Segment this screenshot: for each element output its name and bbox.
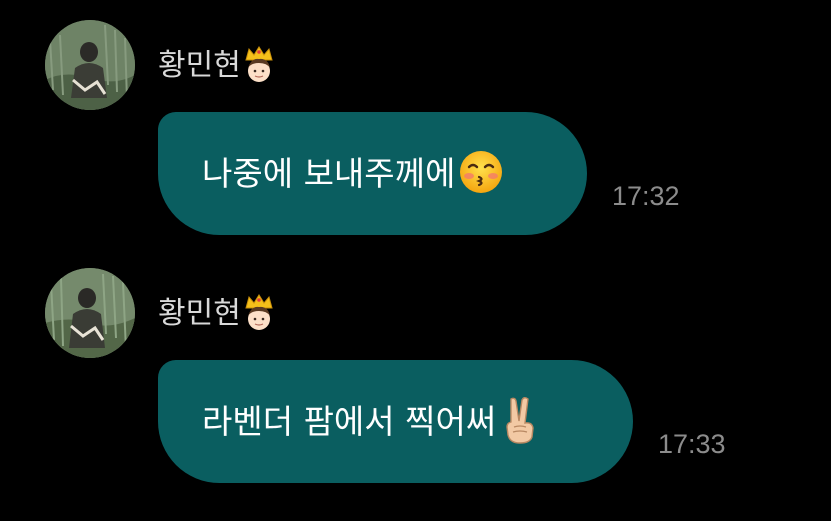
crown-boy-emoji-icon bbox=[241, 46, 277, 86]
crown-boy-emoji-icon bbox=[241, 294, 277, 334]
sender: 황민현 bbox=[158, 46, 277, 86]
sender-name[interactable]: 황민현 bbox=[158, 46, 241, 86]
message-time: 17:33 bbox=[658, 429, 726, 459]
profile-photo-icon bbox=[45, 20, 135, 110]
message-time: 17:32 bbox=[612, 181, 680, 211]
message-bubble[interactable]: 라벤더 팜에서 찍어써 bbox=[158, 360, 633, 483]
avatar[interactable] bbox=[45, 20, 135, 110]
message-bubble[interactable]: 나중에 보내주께에 bbox=[158, 112, 587, 235]
profile-photo-icon bbox=[45, 268, 135, 358]
kissing-face-emoji-icon bbox=[457, 148, 505, 200]
message-text: 라벤더 팜에서 찍어써 bbox=[202, 401, 497, 441]
avatar[interactable] bbox=[45, 268, 135, 358]
sender-name[interactable]: 황민현 bbox=[158, 294, 241, 334]
message-text: 나중에 보내주께에 bbox=[202, 153, 456, 193]
sender: 황민현 bbox=[158, 294, 277, 334]
victory-hand-emoji-icon bbox=[498, 395, 542, 449]
